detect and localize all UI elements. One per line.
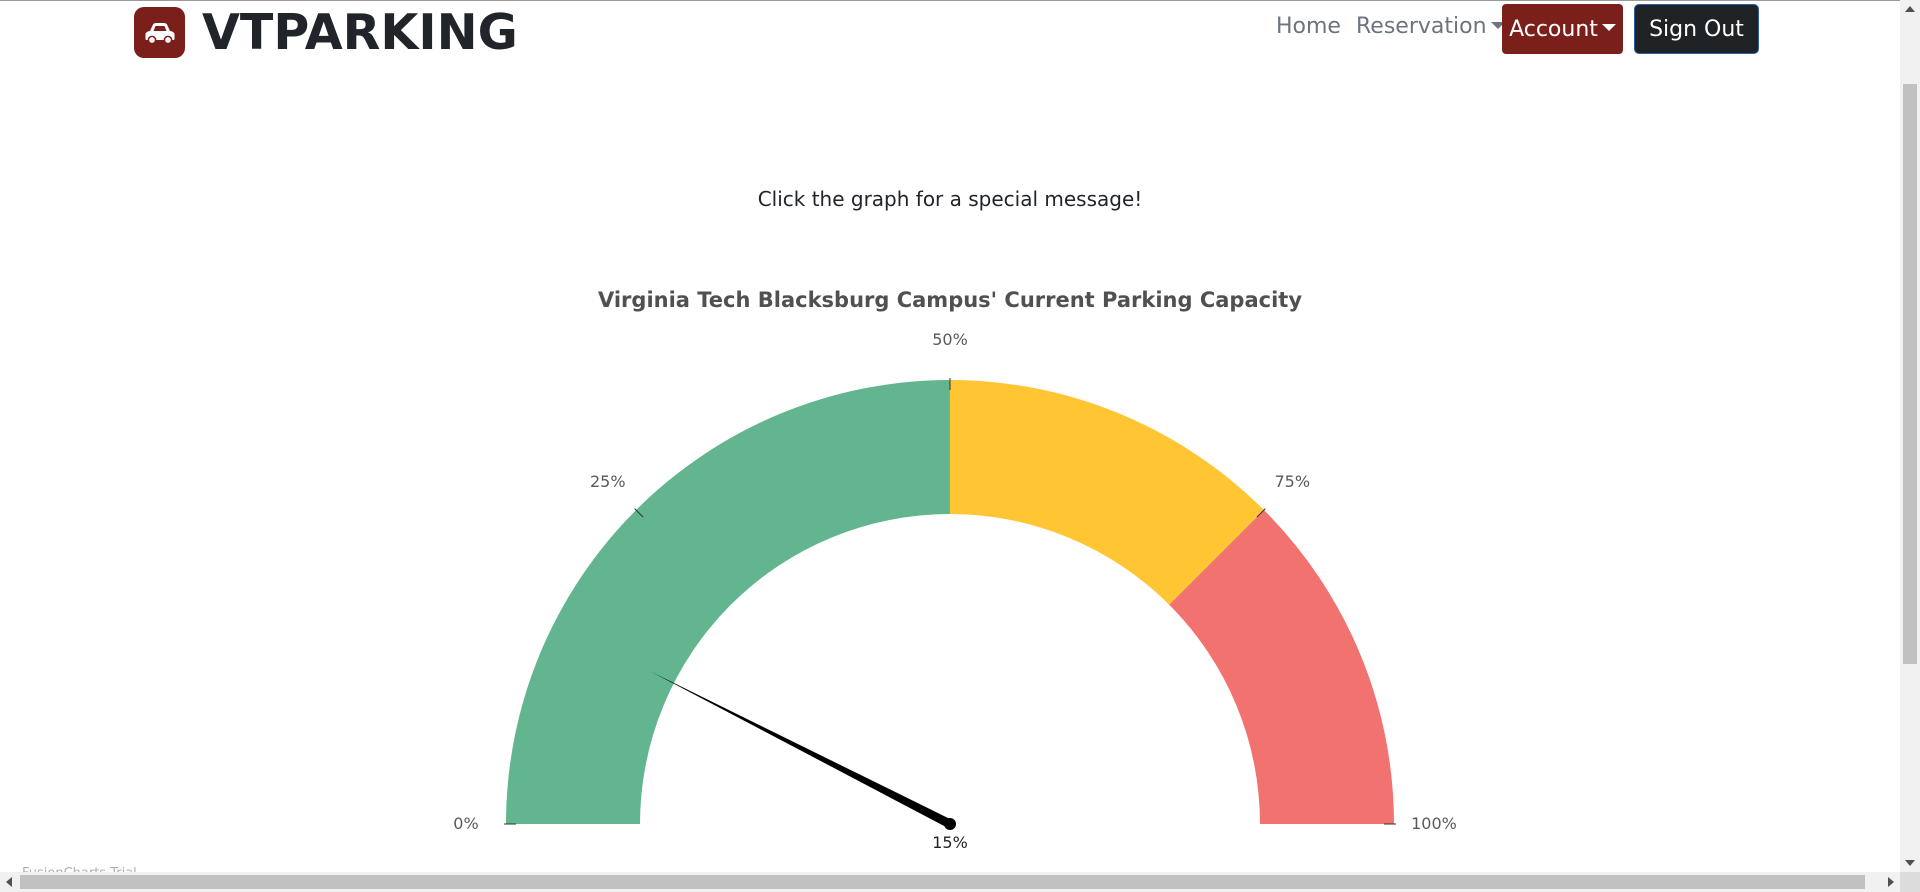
gauge-tick-label-1: 25%: [590, 472, 626, 491]
gauge-tick-label-2: 50%: [932, 330, 968, 349]
scroll-up-icon[interactable]: [1905, 6, 1915, 12]
gauge-tick-label-0: 0%: [453, 814, 478, 833]
gauge-pivot: [944, 818, 956, 830]
horizontal-scrollbar[interactable]: [0, 872, 1900, 892]
vertical-scrollbar[interactable]: [1900, 0, 1920, 872]
scroll-right-icon[interactable]: [1888, 877, 1894, 887]
page: VTPARKING Home Reservation Account Sign …: [0, 0, 1920, 892]
gauge-needle: [650, 671, 953, 829]
gauge-value-label: 15%: [932, 833, 968, 852]
vertical-scrollbar-thumb[interactable]: [1903, 84, 1917, 664]
gauge-tick-label-3: 75%: [1274, 472, 1310, 491]
parking-capacity-gauge[interactable]: 0% 25% 50% 75% 100% 15%: [0, 0, 1900, 872]
scroll-left-icon[interactable]: [6, 877, 12, 887]
gauge-band-0[interactable]: [506, 380, 950, 824]
horizontal-scrollbar-thumb[interactable]: [20, 875, 1865, 889]
scroll-down-icon[interactable]: [1905, 860, 1915, 866]
scrollbar-corner: [1900, 872, 1920, 892]
gauge-tick-label-4: 100%: [1411, 814, 1457, 833]
